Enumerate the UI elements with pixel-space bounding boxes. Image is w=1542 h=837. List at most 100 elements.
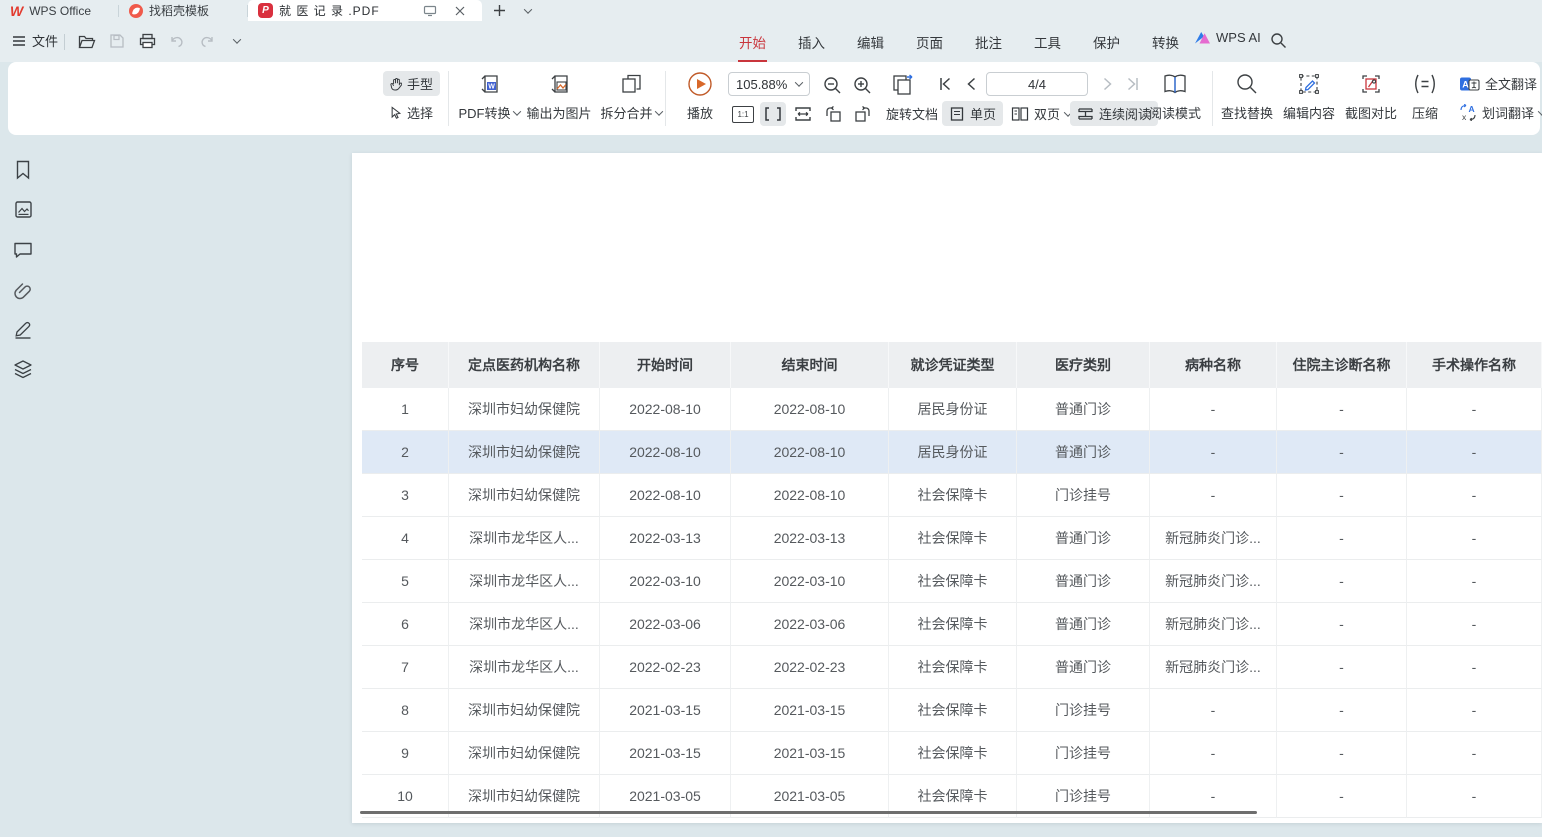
split-merge-button[interactable]: 拆分合并 <box>593 70 669 128</box>
comments-panel-button[interactable] <box>12 239 34 261</box>
single-page-button[interactable]: 单页 <box>942 101 1003 126</box>
table-cell: 社会保障卡 <box>889 732 1017 775</box>
export-image-button[interactable]: 输出为图片 <box>521 70 597 128</box>
bookmarks-panel-button[interactable] <box>12 159 34 181</box>
menu-tools[interactable]: 工具 <box>1033 30 1062 54</box>
attachments-panel-button[interactable] <box>12 279 34 301</box>
menu-convert[interactable]: 转换 <box>1151 30 1180 54</box>
find-replace-label: 查找替换 <box>1221 103 1273 122</box>
full-translate-button[interactable]: A 全文翻译 <box>1452 71 1542 96</box>
redo-icon[interactable] <box>196 30 218 52</box>
last-page-button[interactable] <box>1122 72 1144 96</box>
monitor-icon[interactable] <box>418 5 442 17</box>
save-icon[interactable] <box>106 30 128 52</box>
table-cell: 门诊挂号 <box>1017 689 1150 732</box>
fit-page-button[interactable] <box>790 102 816 126</box>
screenshot-compare-button[interactable]: 截图对比 <box>1340 70 1402 128</box>
play-button[interactable]: 播放 <box>674 70 726 128</box>
split-merge-label: 拆分合并 <box>600 103 652 122</box>
undo-icon[interactable] <box>166 30 188 52</box>
table-cell: 新冠肺炎门诊... <box>1150 646 1277 689</box>
find-replace-button[interactable]: 查找替换 <box>1216 70 1278 128</box>
read-mode-button[interactable]: 阅读模式 <box>1144 70 1206 128</box>
table-cell: 2022-08-10 <box>731 388 889 431</box>
rotate-right-button[interactable] <box>850 102 876 126</box>
hand-icon <box>390 76 402 92</box>
table-cell: 6 <box>362 603 449 646</box>
actual-size-button[interactable]: 1:1 <box>730 103 756 125</box>
table-cell: 普通门诊 <box>1017 388 1150 431</box>
file-menu-button[interactable]: 文件 <box>12 31 58 50</box>
table-cell: 2022-08-10 <box>600 388 731 431</box>
tab-docer-templates[interactable]: 找稻壳模板 <box>119 0 247 21</box>
thumbnails-panel-button[interactable] <box>12 198 34 220</box>
table-header-row: 序号定点医药机构名称开始时间结束时间就诊凭证类型医疗类别病种名称住院主诊断名称手… <box>362 342 1542 388</box>
table-cell: 新冠肺炎门诊... <box>1150 603 1277 646</box>
compress-button[interactable]: 压缩 <box>1400 70 1450 128</box>
tab-wps-home[interactable]: W WPS Office <box>0 0 118 21</box>
menubar-search-icon[interactable] <box>1270 32 1287 49</box>
table-cell: 新冠肺炎门诊... <box>1150 560 1277 603</box>
menu-home[interactable]: 开始 <box>738 30 767 54</box>
table-cell: - <box>1277 689 1407 732</box>
table-cell: 8 <box>362 689 449 732</box>
edit-pencil-icon <box>1278 70 1340 98</box>
menu-protect[interactable]: 保护 <box>1092 30 1121 54</box>
tab-document-active[interactable]: P 就 医 记 录 .PDF <box>248 0 482 21</box>
table-row: 2深圳市妇幼保健院2022-08-102022-08-10居民身份证普通门诊--… <box>362 431 1542 474</box>
table-cell: - <box>1277 474 1407 517</box>
rotate-document-button[interactable]: 旋转文档 <box>879 101 945 126</box>
wps-pdf-app: W WPS Office 找稻壳模板 P 就 医 记 录 .PDF 文件 <box>0 0 1542 837</box>
table-body: 1深圳市妇幼保健院2022-08-102022-08-10居民身份证普通门诊--… <box>362 388 1542 818</box>
undo-history-chevron-icon[interactable] <box>226 30 248 52</box>
screenshot-compare-icon <box>1340 70 1402 98</box>
menu-insert[interactable]: 插入 <box>797 30 826 54</box>
table-header-cell: 定点医药机构名称 <box>449 342 600 388</box>
pdf-convert-button[interactable]: W PDF转换 <box>451 70 527 128</box>
menubar-separator <box>64 34 65 50</box>
play-icon <box>674 70 726 98</box>
select-tool-button[interactable]: 选择 <box>383 100 440 125</box>
first-page-button[interactable] <box>934 72 956 96</box>
table-cell: 1 <box>362 388 449 431</box>
fit-width-button[interactable] <box>760 102 786 126</box>
tab-wps-home-label: WPS Office <box>29 4 91 18</box>
double-page-button[interactable]: 双页 <box>1004 101 1078 126</box>
table-cell: - <box>1277 775 1407 818</box>
replace-pages-button[interactable] <box>886 70 918 100</box>
table-cell: - <box>1407 646 1542 689</box>
next-page-button[interactable] <box>1098 72 1118 96</box>
menu-page[interactable]: 页面 <box>915 30 944 54</box>
open-file-icon[interactable] <box>76 30 98 52</box>
pdf-file-icon: P <box>258 3 273 18</box>
print-icon[interactable] <box>136 30 158 52</box>
table-cell: 2021-03-15 <box>600 732 731 775</box>
signature-panel-button[interactable] <box>12 318 34 340</box>
hand-tool-button[interactable]: 手型 <box>383 71 440 96</box>
rotate-left-button[interactable] <box>820 102 846 126</box>
chevron-down-icon <box>512 107 520 115</box>
main-menus: 开始 插入 编辑 页面 批注 工具 保护 转换 <box>738 21 1180 62</box>
zoom-level-dropdown[interactable]: 105.88% <box>728 72 810 96</box>
pen-icon <box>13 319 33 339</box>
edit-content-button[interactable]: 编辑内容 <box>1278 70 1340 128</box>
table-cell: - <box>1277 732 1407 775</box>
tab-list-chevron-icon[interactable] <box>516 0 540 21</box>
close-tab-icon[interactable] <box>448 6 472 16</box>
layers-panel-button[interactable] <box>12 358 34 380</box>
wps-ai-button[interactable]: WPS AI <box>1194 30 1261 45</box>
table-header-cell: 医疗类别 <box>1017 342 1150 388</box>
page-number-input[interactable]: 4/4 <box>986 72 1088 96</box>
word-translate-button[interactable]: xA 划词翻译 <box>1452 100 1542 125</box>
menu-bar: 文件 开始 插入 编辑 页面 批注 <box>0 21 1542 62</box>
table-cell: 2021-03-15 <box>731 732 889 775</box>
zoom-in-button[interactable] <box>850 73 874 97</box>
tab-docer-label: 找稻壳模板 <box>149 2 209 19</box>
continuous-read-icon <box>1077 106 1094 122</box>
menu-edit[interactable]: 编辑 <box>856 30 885 54</box>
menu-annotate[interactable]: 批注 <box>974 30 1003 54</box>
chevron-down-icon <box>1538 107 1542 115</box>
previous-page-button[interactable] <box>961 72 981 96</box>
new-tab-icon[interactable] <box>482 0 516 21</box>
zoom-out-button[interactable] <box>820 73 844 97</box>
